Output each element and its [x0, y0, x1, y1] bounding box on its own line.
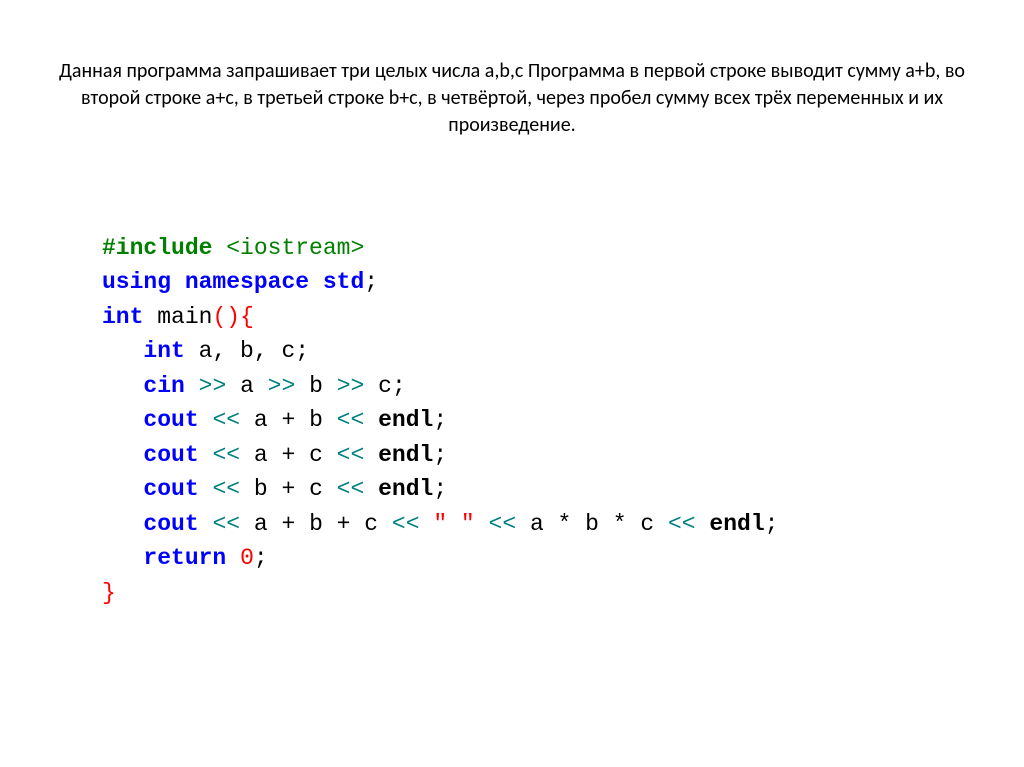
space — [309, 269, 323, 295]
return-keyword: return — [143, 545, 226, 571]
indent — [102, 511, 143, 537]
semicolon: ; — [364, 269, 378, 295]
insertion-op: << — [199, 407, 254, 433]
string-literal: " " — [433, 511, 474, 537]
expression: a + c — [254, 442, 323, 468]
program-description: Данная программа запрашивает три целых ч… — [55, 58, 969, 139]
semicolon: ; — [433, 442, 447, 468]
indent — [102, 442, 143, 468]
extraction-op: >> — [254, 373, 309, 399]
lbrace: { — [240, 304, 254, 330]
insertion-op: << — [199, 442, 254, 468]
expression: a + b + c — [254, 511, 378, 537]
semicolon: ; — [392, 373, 406, 399]
extraction-op: >> — [185, 373, 240, 399]
expression: a + b — [254, 407, 323, 433]
insertion-op: << — [654, 511, 709, 537]
semicolon: ; — [254, 545, 268, 571]
rbrace: } — [102, 580, 116, 606]
code-block: #include <iostream> using namespace std;… — [102, 196, 778, 610]
space — [212, 235, 226, 261]
cin-stream: cin — [143, 373, 184, 399]
expression: a * b * c — [530, 511, 654, 537]
cout-stream: cout — [143, 476, 198, 502]
space — [143, 304, 157, 330]
namespace-keyword: namespace — [185, 269, 309, 295]
endl-manipulator: endl — [378, 407, 433, 433]
return-value: 0 — [240, 545, 254, 571]
semicolon: ; — [433, 407, 447, 433]
cout-stream: cout — [143, 511, 198, 537]
indent — [102, 338, 143, 364]
var-a: a — [240, 373, 254, 399]
cout-stream: cout — [143, 442, 198, 468]
insertion-op: << — [199, 511, 254, 537]
semicolon: ; — [433, 476, 447, 502]
insertion-op: << — [199, 476, 254, 502]
endl-manipulator: endl — [378, 476, 433, 502]
main-function: main — [157, 304, 212, 330]
indent — [102, 545, 143, 571]
var-c: c — [378, 373, 392, 399]
endl-manipulator: endl — [709, 511, 764, 537]
expression: b + c — [254, 476, 323, 502]
insertion-op: << — [378, 511, 433, 537]
semicolon: ; — [295, 338, 309, 364]
endl-manipulator: endl — [378, 442, 433, 468]
indent — [102, 373, 143, 399]
header-name: <iostream> — [226, 235, 364, 261]
semicolon: ; — [765, 511, 779, 537]
variable-declarations: a, b, c — [185, 338, 295, 364]
include-directive: #include — [102, 235, 212, 261]
extraction-op: >> — [323, 373, 378, 399]
int-keyword: int — [143, 338, 184, 364]
insertion-op: << — [323, 407, 378, 433]
std-identifier: std — [323, 269, 364, 295]
var-b: b — [309, 373, 323, 399]
indent — [102, 476, 143, 502]
space — [171, 269, 185, 295]
insertion-op: << — [323, 476, 378, 502]
lparen: ( — [212, 304, 226, 330]
space — [226, 545, 240, 571]
insertion-op: << — [475, 511, 530, 537]
cout-stream: cout — [143, 407, 198, 433]
int-keyword: int — [102, 304, 143, 330]
indent — [102, 407, 143, 433]
using-keyword: using — [102, 269, 171, 295]
insertion-op: << — [323, 442, 378, 468]
rparen: ) — [226, 304, 240, 330]
